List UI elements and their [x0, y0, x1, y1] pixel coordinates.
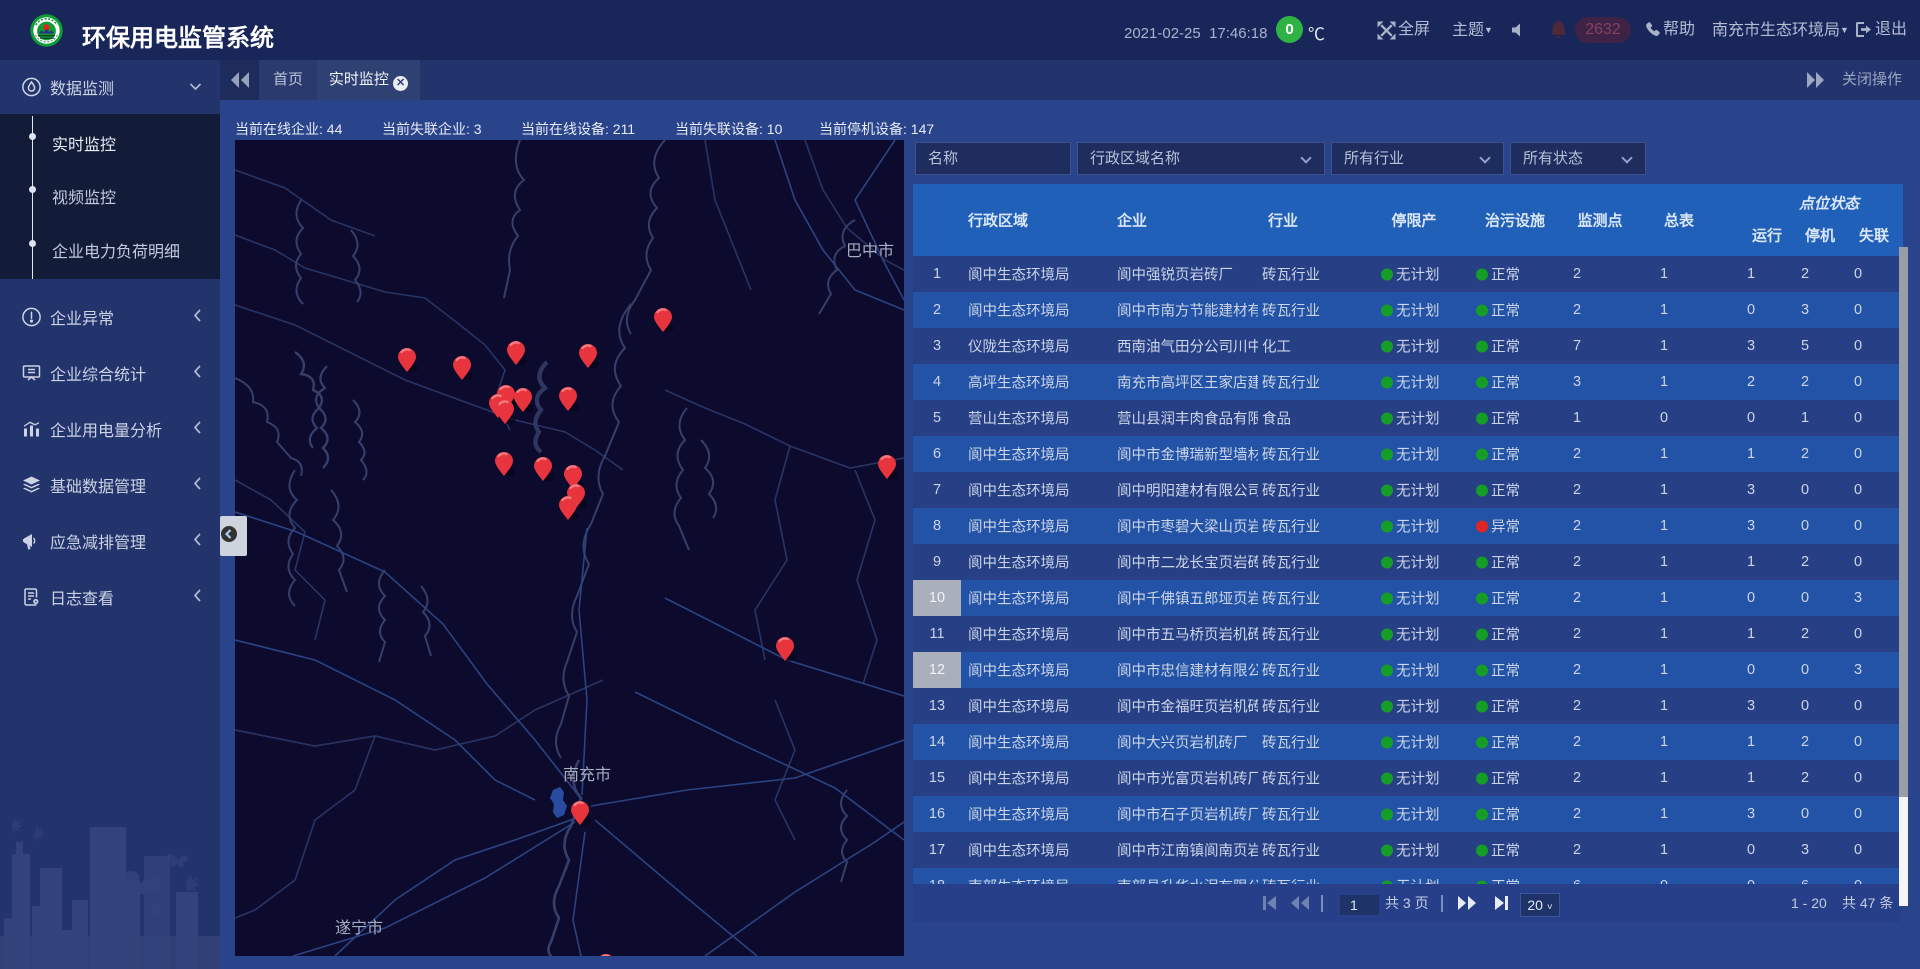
svg-text:遂宁市: 遂宁市 [335, 919, 383, 937]
svg-text:巴中市: 巴中市 [846, 242, 894, 260]
svg-text:南充市: 南充市 [563, 766, 611, 784]
